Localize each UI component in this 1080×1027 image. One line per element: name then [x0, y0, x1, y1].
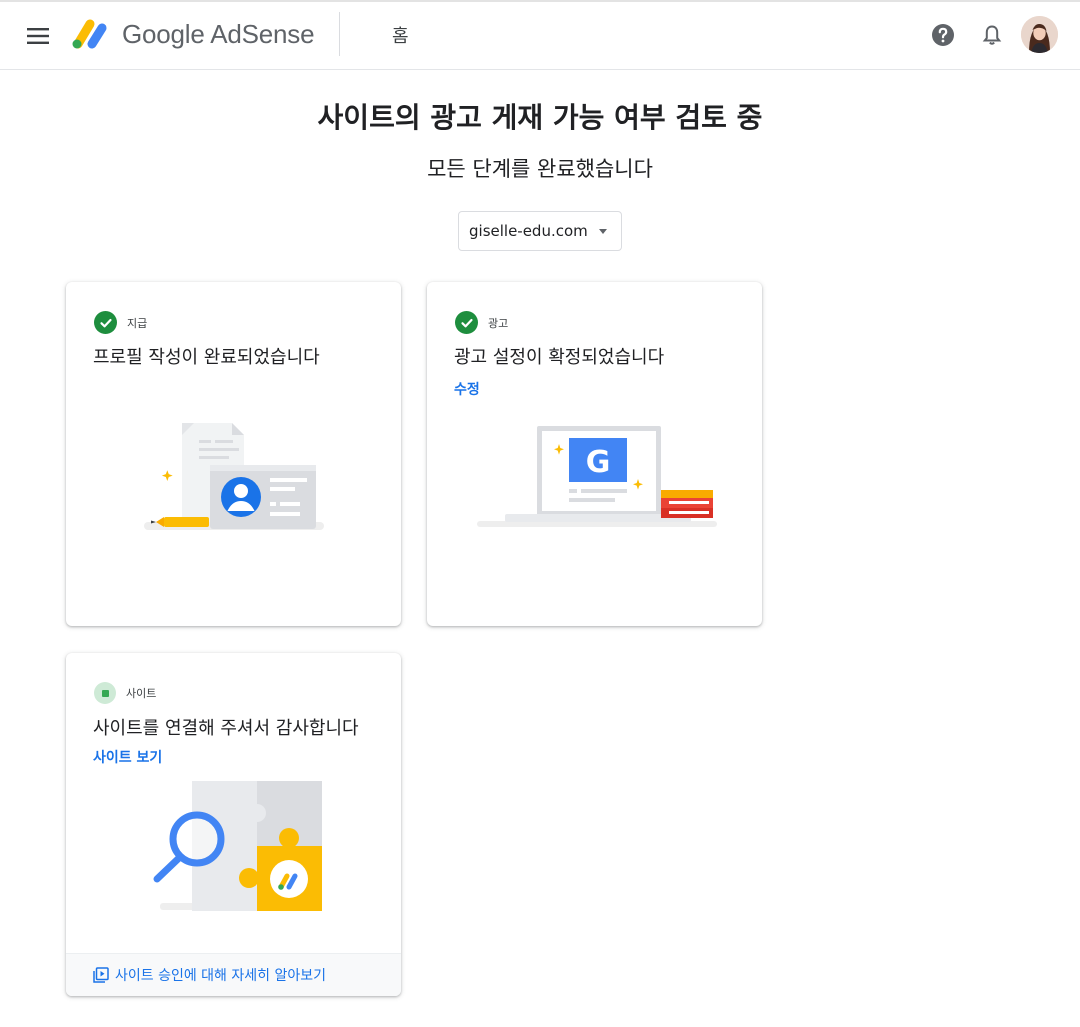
laptop-google-illustration: G	[477, 426, 717, 527]
edit-ads-link[interactable]: 수정	[454, 379, 480, 399]
site-status-card: 사이트 사이트를 연결해 주셔서 감사합니다 사이트 보기 사이트 승인에 대해…	[66, 653, 401, 996]
header-divider	[339, 12, 340, 56]
page-heading: 사이트의 광고 게재 가능 여부 검토 중	[317, 101, 763, 134]
footer-link-text: 사이트 승인에 대해 자세히 알아보기	[115, 968, 326, 984]
notifications-button[interactable]	[977, 20, 1007, 50]
video-library-icon	[93, 967, 109, 983]
card-status-row: 사이트	[94, 682, 156, 704]
help-icon	[932, 24, 954, 46]
svg-text:G: G	[586, 445, 611, 480]
profile-status-card: 지급 프로필 작성이 완료되었습니다	[66, 282, 401, 626]
card-status-label: 사이트	[126, 687, 157, 700]
card-status-row: 지급	[94, 311, 147, 334]
pending-status-icon	[94, 682, 116, 704]
menu-icon	[27, 28, 49, 44]
adsense-logo-icon[interactable]	[70, 16, 110, 52]
card-status-label: 지급	[127, 316, 148, 330]
card-status-row: 광고	[455, 311, 508, 334]
profile-card-illustration	[144, 423, 324, 530]
ads-status-card: 광고 광고 설정이 확정되었습니다 수정 G	[427, 282, 762, 626]
learn-more-site-approval-link[interactable]: 사이트 승인에 대해 자세히 알아보기	[66, 953, 401, 996]
check-circle-icon	[94, 311, 117, 334]
help-button[interactable]	[928, 20, 958, 50]
card-title: 프로필 작성이 완료되었습니다	[93, 347, 320, 368]
user-avatar[interactable]	[1021, 16, 1058, 53]
notifications-bell-icon	[982, 25, 1002, 45]
app-header: Google AdSense 홈	[0, 2, 1080, 70]
site-selector-value: giselle-edu.com	[469, 222, 588, 240]
brand-title: Google AdSense	[122, 19, 315, 49]
menu-button[interactable]	[22, 20, 54, 52]
site-selector-dropdown[interactable]: giselle-edu.com	[458, 211, 622, 251]
puzzle-search-illustration	[153, 781, 322, 911]
view-site-link[interactable]: 사이트 보기	[93, 747, 162, 767]
page-title-home: 홈	[392, 26, 409, 47]
check-circle-icon	[455, 311, 478, 334]
dropdown-caret-icon	[599, 229, 607, 234]
card-status-label: 광고	[488, 316, 509, 330]
card-title: 광고 설정이 확정되었습니다	[454, 347, 665, 368]
card-title: 사이트를 연결해 주셔서 감사합니다	[93, 718, 359, 739]
page-subheading: 모든 단계를 완료했습니다	[427, 157, 653, 181]
